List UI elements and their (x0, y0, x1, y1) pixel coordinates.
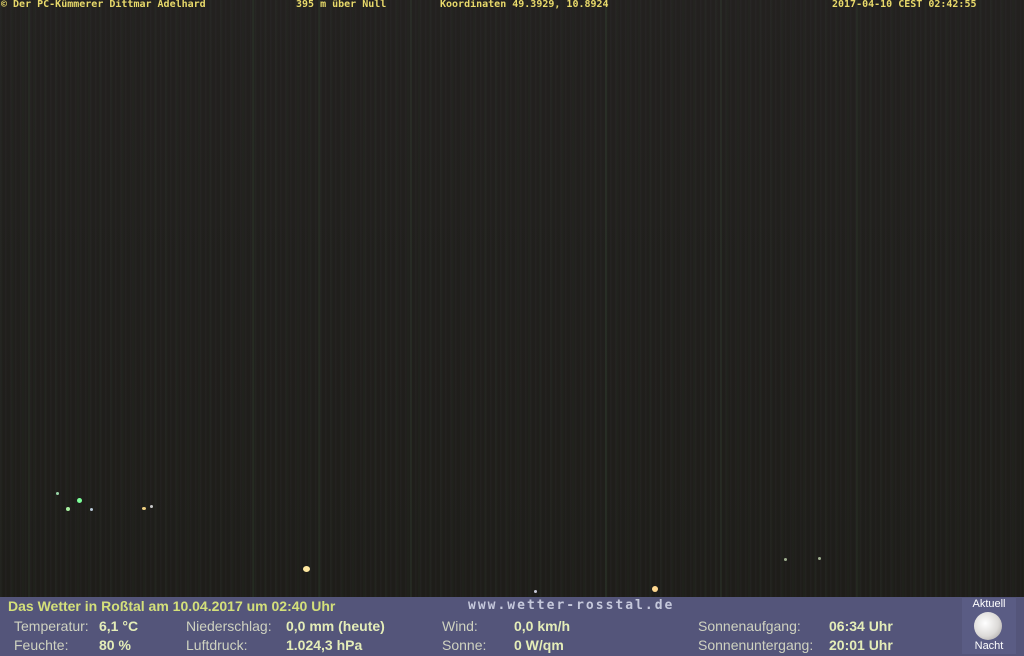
wind-value: 0,0 km/h (514, 618, 571, 634)
temperature-label: Temperatur: (14, 618, 89, 634)
copyright-text: © Der PC-Kümmerer Dittmar Adelhard (1, 0, 206, 10)
sensor-noise-stripe (252, 0, 254, 597)
webcam-image (0, 0, 1024, 597)
sensor-noise-stripe (410, 0, 412, 597)
sensor-noise-stripe (28, 0, 30, 597)
moon-bottom-label: Nacht (974, 640, 1004, 652)
distant-light (784, 558, 787, 561)
distant-light (90, 508, 93, 511)
altitude-text: 395 m über Null (296, 0, 387, 10)
pressure-label: Luftdruck: (186, 637, 248, 653)
distant-light (77, 498, 82, 503)
distant-light (303, 566, 310, 572)
moon-top-label: Aktuell (972, 598, 1006, 610)
sunrise-label: Sonnenaufgang: (698, 618, 801, 634)
moon-phase-box: Aktuell Nacht (962, 598, 1016, 654)
distant-light (142, 507, 146, 510)
camera-overlay-bar: © Der PC-Kümmerer Dittmar Adelhard 395 m… (0, 0, 1024, 11)
temperature-value: 6,1 °C (99, 618, 139, 634)
distant-light (56, 492, 59, 495)
website-url: www.wetter-rosstal.de (468, 598, 675, 613)
sunset-label: Sonnenuntergang: (698, 637, 814, 653)
humidity-value: 80 % (99, 637, 131, 653)
sunset-value: 20:01 Uhr (829, 637, 893, 653)
sensor-noise-stripe (720, 0, 722, 597)
precipitation-label: Niederschlag: (186, 618, 272, 634)
weather-title: Das Wetter in Roßtal am 10.04.2017 um 02… (8, 598, 336, 614)
wind-label: Wind: (442, 618, 478, 634)
distant-light (534, 590, 537, 593)
sun-label: Sonne: (442, 637, 487, 653)
coordinates-text: Koordinaten 49.3929, 10.8924 (440, 0, 609, 10)
full-moon-icon (974, 612, 1002, 640)
distant-light (150, 505, 153, 508)
sun-value: 0 W/qm (514, 637, 564, 653)
distant-light (66, 507, 70, 511)
sensor-noise-stripe (856, 0, 858, 597)
humidity-label: Feuchte: (14, 637, 69, 653)
sunrise-value: 06:34 Uhr (829, 618, 893, 634)
distant-light (652, 586, 658, 592)
precipitation-value: 0,0 mm (heute) (286, 618, 385, 634)
sensor-noise-stripe (318, 0, 320, 597)
timestamp-text: 2017-04-10 CEST 02:42:55 (832, 0, 977, 10)
weather-info-panel: Das Wetter in Roßtal am 10.04.2017 um 02… (0, 597, 1024, 656)
sensor-noise-stripe (605, 0, 607, 597)
distant-light (818, 557, 821, 560)
pressure-value: 1.024,3 hPa (286, 637, 363, 653)
